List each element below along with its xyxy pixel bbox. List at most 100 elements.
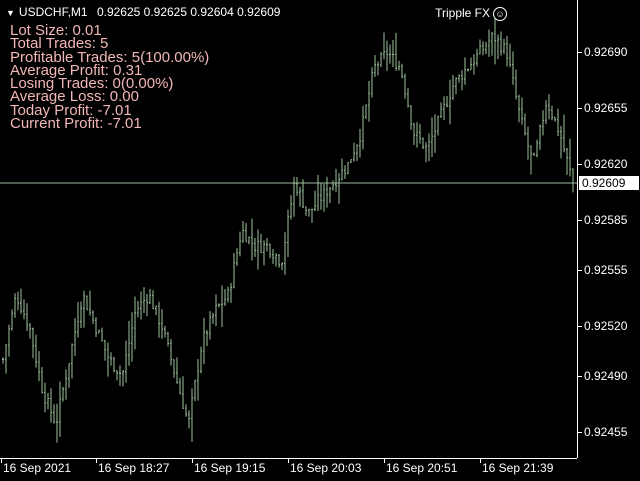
price-bar <box>146 294 148 317</box>
price-bar <box>491 31 493 56</box>
price-bar <box>317 174 319 211</box>
price-bar <box>155 305 157 316</box>
price-bar <box>500 31 502 56</box>
price-bar <box>485 41 487 55</box>
price-bar <box>566 148 568 175</box>
price-bar <box>167 331 169 347</box>
price-tick: 0.92620 <box>578 158 627 170</box>
price-bar <box>311 208 313 223</box>
price-bar <box>194 379 196 402</box>
price-bar <box>290 195 292 220</box>
price-bar <box>443 96 445 121</box>
price-bar <box>23 299 25 320</box>
price-bar <box>44 382 46 413</box>
price-bar <box>425 142 427 163</box>
price-bar <box>113 356 115 373</box>
price-bar <box>362 105 364 150</box>
price-bar <box>140 291 142 320</box>
price-bar <box>548 94 550 120</box>
price-bar <box>287 209 289 257</box>
price-bar <box>8 324 10 357</box>
price-bar <box>251 218 253 261</box>
price-bar <box>230 282 232 303</box>
price-bar <box>266 238 268 252</box>
price-bar <box>551 105 553 121</box>
price-bar <box>212 312 214 324</box>
chart-area[interactable]: ▼ USDCHF,M1 0.92625 0.92625 0.92604 0.926… <box>0 0 577 458</box>
price-bar <box>137 300 139 318</box>
price-bar <box>320 182 322 210</box>
price-bar <box>524 113 526 136</box>
price-bar <box>245 223 247 243</box>
price-bar <box>80 301 82 329</box>
expert-advisor-label[interactable]: Tripple FX ☺ <box>435 6 507 21</box>
price-bar <box>284 232 286 275</box>
price-bar <box>170 338 172 366</box>
price-bar <box>365 104 367 120</box>
price-tick: 0.92520 <box>578 320 627 332</box>
price-bar <box>77 301 79 338</box>
price-bar <box>470 57 472 71</box>
price-bar <box>446 95 448 108</box>
ohlc-values: 0.92625 0.92625 0.92604 0.92609 <box>96 5 281 19</box>
price-bar <box>332 180 334 191</box>
price-bar <box>452 75 454 100</box>
price-bar <box>482 41 484 56</box>
price-bar <box>221 285 223 328</box>
dropdown-triangle-icon: ▼ <box>6 8 15 18</box>
price-bar <box>260 233 262 254</box>
price-bar <box>197 359 199 401</box>
time-tick: 16 Sep 19:15 <box>191 458 266 475</box>
price-bar <box>449 79 451 125</box>
price-bar <box>344 165 346 179</box>
price-tick: 0.92490 <box>578 370 627 382</box>
price-bar <box>563 114 565 153</box>
price-bar <box>338 173 340 204</box>
price-bar <box>401 63 403 79</box>
price-bar <box>455 77 457 95</box>
price-bar <box>65 369 67 400</box>
price-bar <box>17 291 19 311</box>
price-bar <box>131 312 133 362</box>
price-bar <box>56 403 58 443</box>
price-bar <box>431 117 433 158</box>
price-bar <box>215 294 217 327</box>
price-bar <box>116 370 118 381</box>
price-bar <box>386 40 388 71</box>
price-bar <box>383 32 385 60</box>
price-bar <box>458 74 460 83</box>
price-bar <box>392 39 394 67</box>
price-bar <box>323 183 325 212</box>
price-bar <box>515 69 517 100</box>
price-bar <box>5 344 7 374</box>
price-tick: 0.92655 <box>578 102 627 114</box>
price-bar <box>428 133 430 162</box>
price-bar <box>14 293 16 318</box>
price-bar <box>437 115 439 136</box>
time-axis[interactable]: 16 Sep 2021 16 Sep 18:27 16 Sep 19:15 16… <box>0 458 577 481</box>
price-bar <box>329 187 331 204</box>
price-bar <box>248 236 250 245</box>
price-bar <box>572 168 574 193</box>
price-tick: 0.92555 <box>578 264 627 276</box>
price-bar <box>224 289 226 306</box>
price-bar <box>407 87 409 108</box>
price-bar <box>176 357 178 384</box>
price-bar <box>440 102 442 118</box>
price-bar <box>275 253 277 267</box>
price-bar <box>560 125 562 159</box>
price-bar <box>110 352 112 366</box>
price-bar <box>47 392 49 410</box>
price-bar <box>473 54 475 75</box>
price-bar <box>305 206 307 216</box>
stats-panel: Lot Size: 0.01 Total Trades: 5 Profitabl… <box>10 23 209 131</box>
price-bar <box>347 161 349 175</box>
price-bar <box>257 229 259 270</box>
price-bar <box>29 323 31 339</box>
brand-name: Tripple FX <box>435 6 490 20</box>
price-bar <box>242 220 244 243</box>
price-bar <box>308 208 310 217</box>
time-tick: 16 Sep 18:27 <box>95 458 170 475</box>
price-bar <box>86 295 88 311</box>
price-axis[interactable]: 0.92690 0.92655 0.92620 0.92585 0.92555 … <box>577 0 640 458</box>
